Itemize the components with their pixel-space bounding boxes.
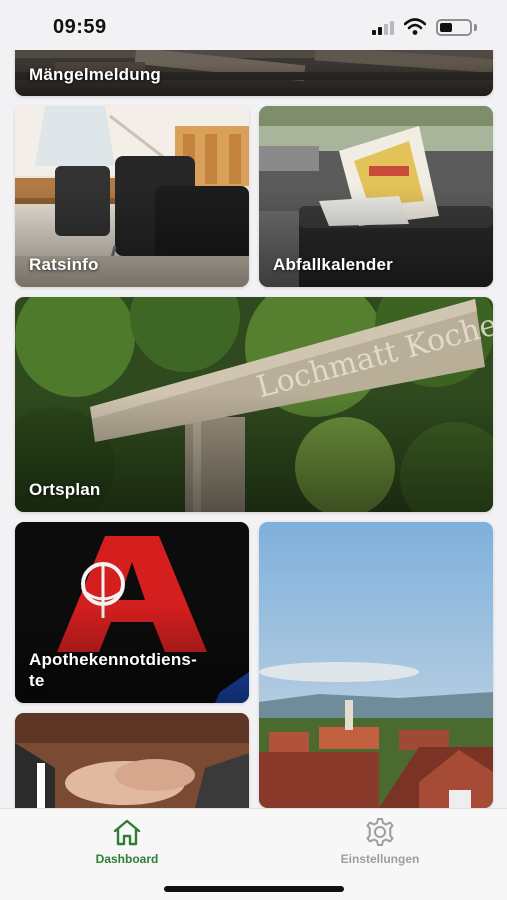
tab-label: Dashboard <box>95 852 159 866</box>
town-panorama-image <box>259 522 493 808</box>
tile-label: Ratsinfo <box>29 255 99 274</box>
tab-einstellungen[interactable]: Einstellungen <box>315 817 445 873</box>
home-icon <box>113 819 141 846</box>
battery-cap <box>474 24 477 31</box>
tile-label: Mängelmeldung <box>29 65 161 84</box>
tile-handshake[interactable] <box>15 713 249 808</box>
status-time: 09:59 <box>53 16 107 38</box>
tile-ortsplan[interactable]: Lochmatt Kochenweg Ortsplan <box>15 297 493 512</box>
dashboard-content: Mängelmeldung Ratsinfo Abfallkalender Lo… <box>0 0 507 808</box>
tab-dashboard[interactable]: Dashboard <box>62 817 192 873</box>
tile-abfallkalender[interactable]: Abfallkalender <box>259 106 493 287</box>
tab-label: Einstellungen <box>340 852 420 866</box>
gear-icon <box>366 818 394 846</box>
tile-label: Abfallkalender <box>273 255 393 274</box>
tile-town-view[interactable] <box>259 522 493 808</box>
tile-label: Apothekennotdiens- te <box>29 650 197 690</box>
tile-apothekennotdienste[interactable]: Apothekennotdiens- te <box>15 522 249 703</box>
battery-icon <box>436 19 472 36</box>
home-indicator <box>164 886 344 892</box>
tile-ratsinfo[interactable]: Ratsinfo <box>15 106 249 287</box>
wifi-icon <box>404 18 426 35</box>
status-bar: 09:59 <box>0 0 507 50</box>
tile-label: Ortsplan <box>29 480 101 499</box>
cellular-signal-icon <box>372 20 396 35</box>
handshake-image <box>15 713 249 808</box>
